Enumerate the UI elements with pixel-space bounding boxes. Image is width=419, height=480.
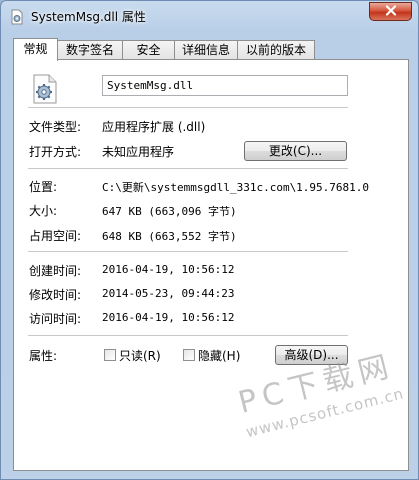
tab-general[interactable]: 常规 [13,38,58,61]
attributes-label: 属性: [29,349,58,363]
hidden-checkbox[interactable] [183,349,195,361]
properties-window: SystemMsg.dll 属性 常规 数字签名 安全 详细信息 以前的版本 S… [0,0,419,480]
location-label: 位置: [29,180,58,194]
tab-previous-versions[interactable]: 以前的版本 [237,40,315,60]
created-value: 2016-04-19, 10:56:12 [102,263,235,276]
size-on-disk-value: 648 KB (663,552 字节) [102,230,237,243]
separator [28,168,348,169]
dll-gear-icon [32,74,58,104]
close-icon [385,4,397,19]
file-type-label: 文件类型: [29,120,82,134]
open-with-value: 未知应用程序 [102,145,175,159]
separator [28,107,348,108]
window-title: SystemMsg.dll 属性 [31,10,146,24]
readonly-checkbox[interactable] [104,349,116,361]
open-with-label: 打开方式: [29,145,82,159]
file-type-value: 应用程序扩展 (.dll) [102,120,206,134]
tab-strip: 常规 数字签名 安全 详细信息 以前的版本 [13,38,409,61]
modified-label: 修改时间: [29,288,82,302]
size-on-disk-label: 占用空间: [29,229,82,243]
title-bar[interactable]: SystemMsg.dll 属性 [1,1,418,31]
hidden-label[interactable]: 隐藏(H) [198,347,240,364]
created-label: 创建时间: [29,264,82,278]
tab-details[interactable]: 详细信息 [174,40,238,60]
separator [28,335,348,336]
accessed-label: 访问时间: [29,312,82,326]
dll-file-icon [9,9,25,25]
file-name-input[interactable]: SystemMsg.dll [102,75,348,96]
close-button[interactable] [369,2,412,21]
change-button[interactable]: 更改(C)... [244,141,347,161]
size-value: 647 KB (663,096 字节) [102,205,237,218]
separator [28,251,348,252]
location-value: C:\更新\systemmsgdll_331c.com\1.95.7681.0 [102,181,370,194]
advanced-button[interactable]: 高级(D)... [275,345,348,365]
tab-digital-signatures[interactable]: 数字签名 [57,40,123,60]
modified-value: 2014-05-23, 09:44:23 [102,287,235,300]
readonly-label[interactable]: 只读(R) [119,347,161,364]
accessed-value: 2016-04-19, 10:56:12 [102,311,235,324]
tab-security[interactable]: 安全 [122,40,175,60]
size-label: 大小: [29,204,58,218]
